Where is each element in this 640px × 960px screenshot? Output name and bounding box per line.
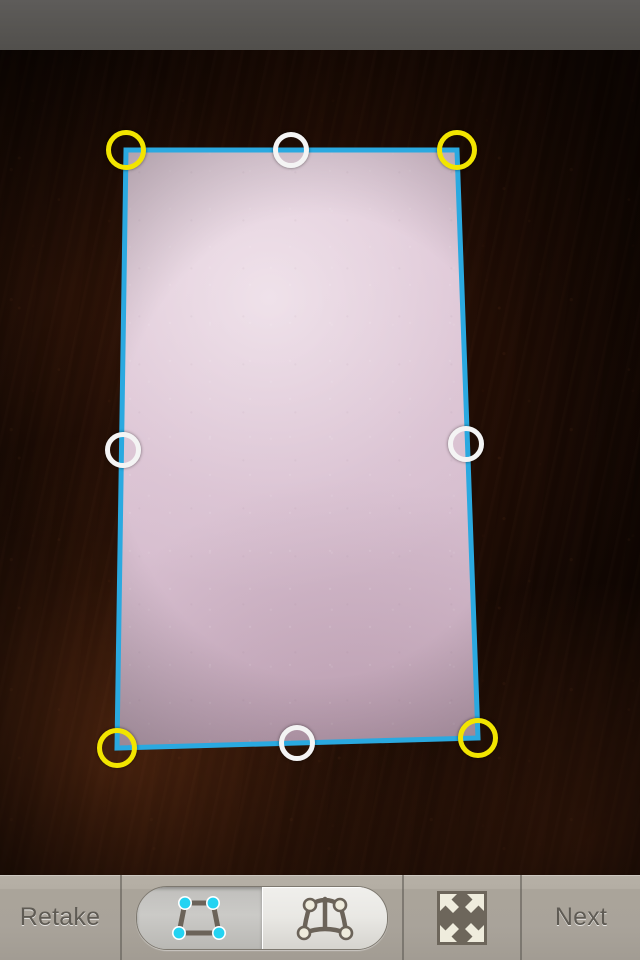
corner-handle-bottom-left[interactable] — [97, 728, 137, 768]
four-way-arrows-icon — [437, 890, 487, 945]
rotate-button-inner — [434, 889, 490, 947]
curved-mesh-icon — [296, 896, 354, 940]
quad-crop-mode-segment[interactable] — [137, 886, 262, 949]
edge-handle-top[interactable] — [273, 132, 309, 168]
next-button-label: Next — [554, 903, 608, 931]
retake-button[interactable]: Retake — [0, 875, 120, 960]
corner-handle-top-right[interactable] — [437, 130, 477, 170]
edge-handle-right[interactable] — [448, 426, 484, 462]
editor-toolbar: Retake Next — [0, 875, 640, 960]
shape-mode-control-cell — [122, 875, 402, 960]
edge-handle-bottom[interactable] — [279, 725, 315, 761]
shape-mode-segmented-control[interactable] — [136, 885, 388, 950]
retake-button-label: Retake — [19, 903, 101, 931]
document-crop-screen: Retake Next — [0, 0, 640, 960]
edge-handle-left[interactable] — [105, 432, 141, 468]
next-button[interactable]: Next — [522, 875, 640, 960]
corner-handle-bottom-right[interactable] — [458, 718, 498, 758]
curve-crop-mode-segment[interactable] — [261, 886, 387, 949]
corner-handle-top-left[interactable] — [106, 130, 146, 170]
photo-preview-area[interactable] — [0, 50, 640, 875]
quad-corners-icon — [172, 895, 227, 940]
status-bar — [0, 0, 640, 50]
rotate-button[interactable] — [404, 875, 520, 960]
